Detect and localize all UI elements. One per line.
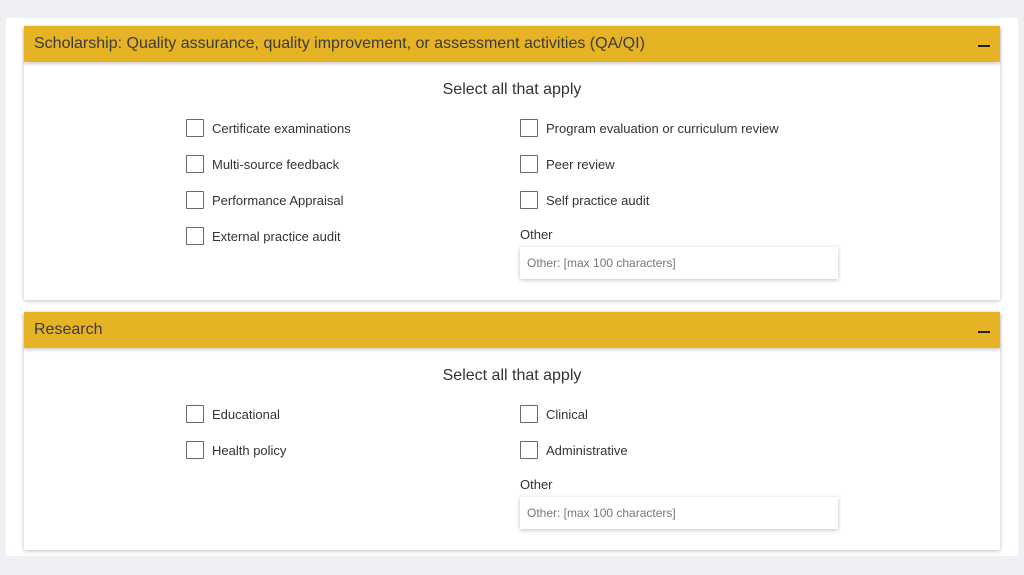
- checkbox-peer-review[interactable]: Peer review: [520, 155, 615, 173]
- checkbox-self-practice-audit[interactable]: Self practice audit: [520, 191, 649, 209]
- checkbox-label: Program evaluation or curriculum review: [546, 120, 779, 136]
- checkbox-box[interactable]: [186, 441, 204, 459]
- checkbox-box[interactable]: [520, 119, 538, 137]
- checkbox-multi-source-feedback[interactable]: Multi-source feedback: [186, 155, 339, 173]
- checkbox-label: Clinical: [546, 406, 588, 422]
- qa-qi-panel-title: Scholarship: Quality assurance, quality …: [34, 35, 645, 52]
- research-panel: Research Select all that apply Education…: [24, 312, 1000, 550]
- checkbox-box[interactable]: [520, 441, 538, 459]
- checkbox-box[interactable]: [520, 155, 538, 173]
- qa-qi-panel-header[interactable]: Scholarship: Quality assurance, quality …: [24, 26, 1000, 62]
- checkbox-box[interactable]: [186, 405, 204, 423]
- checkbox-box[interactable]: [520, 405, 538, 423]
- checkbox-program-evaluation[interactable]: Program evaluation or curriculum review: [520, 119, 779, 137]
- checkbox-box[interactable]: [186, 191, 204, 209]
- bottom-spacer: [0, 556, 1024, 575]
- checkbox-box[interactable]: [186, 155, 204, 173]
- checkbox-box[interactable]: [186, 227, 204, 245]
- checkbox-clinical[interactable]: Clinical: [520, 405, 588, 423]
- research-other-label: Other: [520, 477, 553, 492]
- qa-qi-panel: Scholarship: Quality assurance, quality …: [24, 26, 1000, 300]
- checkbox-label: Certificate examinations: [212, 120, 351, 136]
- checkbox-external-practice-audit[interactable]: External practice audit: [186, 227, 341, 245]
- checkbox-label: Multi-source feedback: [212, 156, 340, 172]
- checkbox-performance-appraisal[interactable]: Performance Appraisal: [186, 191, 344, 209]
- qa-other-label: Other: [520, 227, 553, 242]
- checkbox-box[interactable]: [520, 191, 538, 209]
- checkbox-label: Peer review: [546, 156, 615, 172]
- checkbox-label: Health policy: [212, 442, 287, 458]
- checkbox-educational[interactable]: Educational: [186, 405, 280, 423]
- research-panel-header[interactable]: Research: [24, 312, 1000, 348]
- minus-icon[interactable]: [978, 331, 990, 333]
- research-select-title: Select all that apply: [442, 367, 582, 384]
- qa-other-input[interactable]: [520, 247, 838, 279]
- checkbox-administrative[interactable]: Administrative: [520, 441, 628, 459]
- checkbox-health-policy[interactable]: Health policy: [186, 441, 286, 459]
- checkbox-label: Self practice audit: [546, 192, 650, 208]
- checkbox-label: External practice audit: [212, 228, 341, 244]
- checkbox-label: Performance Appraisal: [212, 192, 344, 208]
- minus-icon[interactable]: [978, 45, 990, 47]
- checkbox-label: Educational: [212, 406, 280, 422]
- top-spacer: [0, 0, 1024, 18]
- qa-select-title: Select all that apply: [442, 81, 582, 98]
- checkbox-label: Administrative: [546, 442, 628, 458]
- research-other-input[interactable]: [520, 497, 838, 529]
- checkbox-certificate-examinations[interactable]: Certificate examinations: [186, 119, 351, 137]
- checkbox-box[interactable]: [186, 119, 204, 137]
- research-panel-title: Research: [34, 321, 103, 338]
